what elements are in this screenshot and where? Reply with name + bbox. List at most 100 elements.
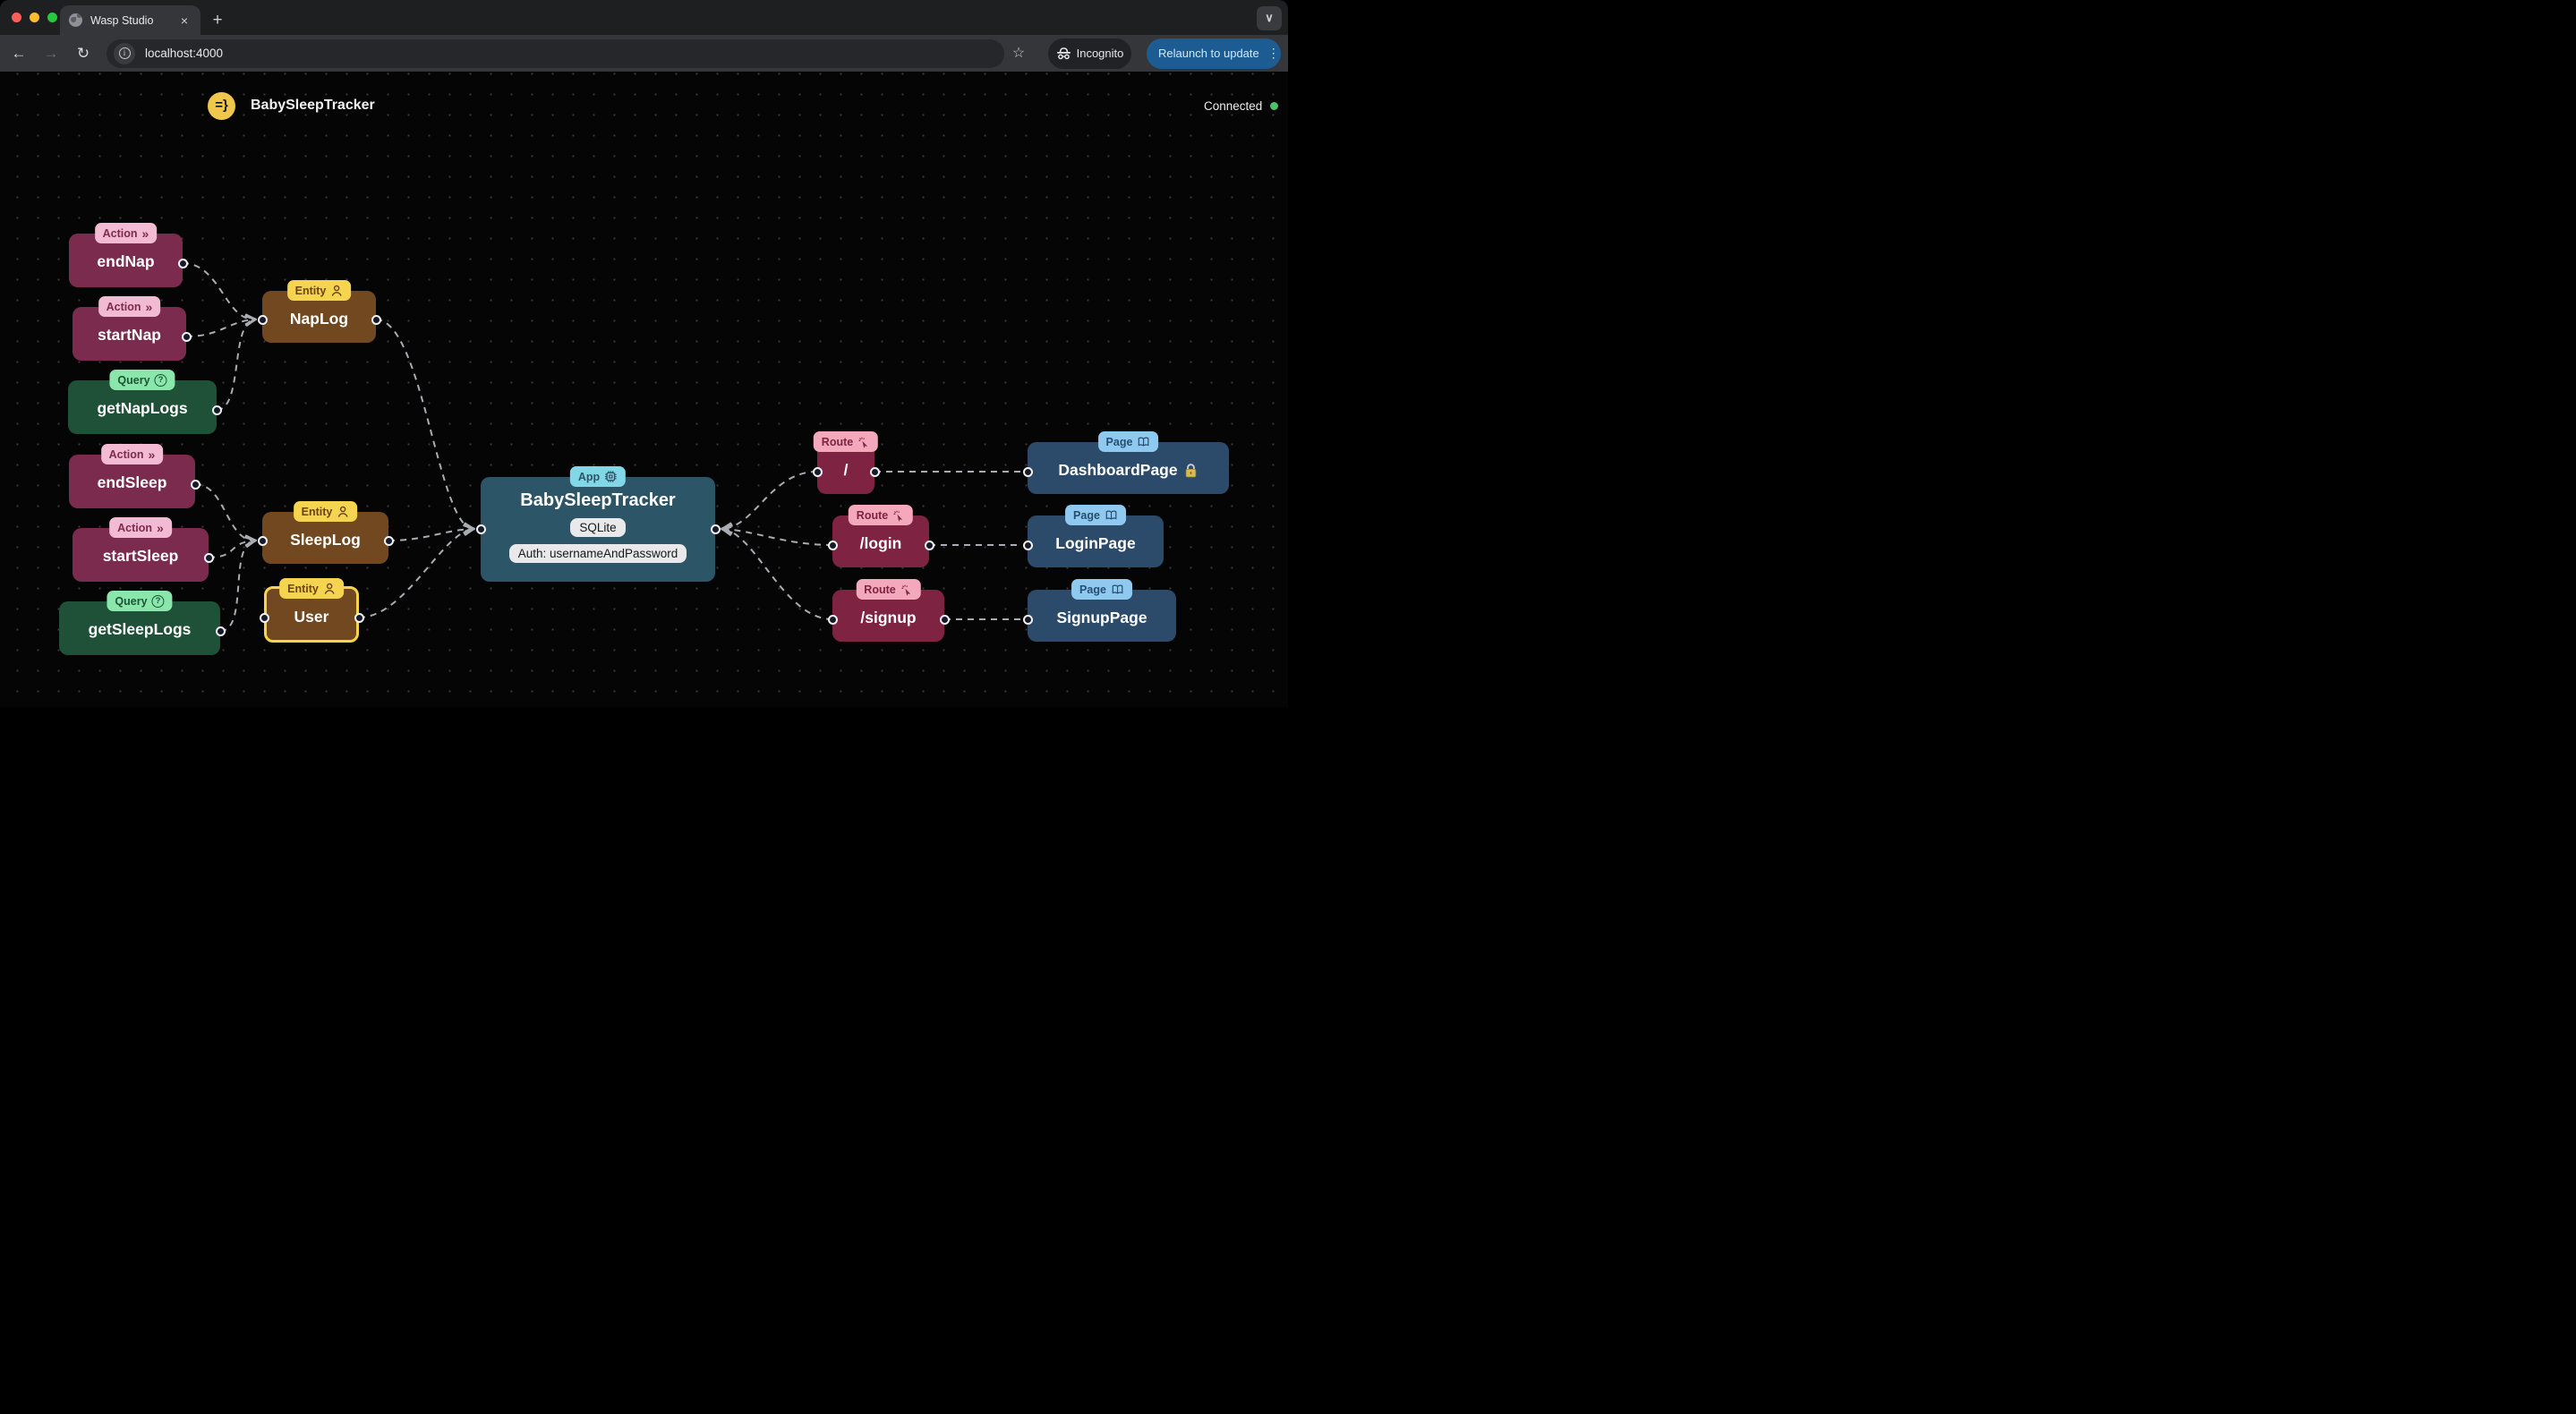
node-user[interactable]: Entity User: [264, 578, 359, 643]
node-label: startSleep: [102, 547, 179, 565]
handle-user-out[interactable]: [354, 612, 364, 623]
forward-button[interactable]: →: [38, 40, 64, 67]
node-label: User: [294, 608, 329, 626]
handle-route-login-in[interactable]: [827, 540, 838, 550]
node-sleeplog[interactable]: Entity SleepLog: [262, 501, 388, 564]
node-startsleep[interactable]: Action» startSleep: [73, 517, 209, 582]
handle-route-signup-out[interactable]: [939, 614, 950, 625]
open-book-icon: [1112, 584, 1123, 594]
node-label: getNapLogs: [97, 399, 188, 417]
incognito-icon: [1056, 47, 1070, 60]
url-text[interactable]: localhost:4000: [145, 47, 223, 60]
action-chevrons-icon: »: [157, 520, 164, 535]
reload-button[interactable]: ↻: [70, 40, 97, 67]
close-window-button[interactable]: [12, 13, 21, 22]
cursor-click-icon: [893, 510, 903, 522]
badge-page: Page: [1071, 579, 1132, 600]
globe-favicon-icon: [69, 13, 82, 27]
node-naplog[interactable]: Entity NapLog: [262, 280, 376, 343]
handle-getsleeplogs-out[interactable]: [215, 626, 226, 636]
bookmark-star-icon[interactable]: ☆: [1010, 44, 1028, 62]
edge-getnaplogs-naplog: [216, 319, 254, 411]
node-route-login[interactable]: Route /login: [832, 505, 929, 567]
handle-signuppage-in[interactable]: [1022, 614, 1033, 625]
db-pill: SQLite: [570, 518, 626, 537]
site-info-button[interactable]: i: [114, 42, 135, 64]
node-label: /login: [859, 534, 902, 552]
browser-tab[interactable]: Wasp Studio ×: [60, 5, 200, 35]
edge-routeroot-app: [723, 471, 818, 529]
node-startnap[interactable]: Action» startNap: [73, 296, 186, 361]
edge-endnap-naplog: [182, 262, 254, 319]
back-button[interactable]: ←: [5, 40, 32, 67]
node-label: SignupPage: [1056, 609, 1147, 626]
relaunch-to-update-button[interactable]: Relaunch to update ⋮: [1147, 38, 1281, 69]
badge-action: Action»: [94, 223, 158, 243]
action-chevrons-icon: »: [145, 299, 153, 314]
incognito-badge: Incognito: [1048, 38, 1131, 69]
handle-naplog-out[interactable]: [371, 314, 381, 325]
node-label: endSleep: [97, 473, 167, 491]
handle-getnaplogs-out[interactable]: [211, 405, 222, 415]
handle-startnap-out[interactable]: [181, 331, 192, 342]
badge-action: Action»: [109, 517, 172, 538]
incognito-label: Incognito: [1076, 47, 1124, 60]
node-route-signup[interactable]: Route /signup: [832, 579, 944, 642]
node-getsleeplogs[interactable]: Query? getSleepLogs: [59, 591, 220, 655]
question-circle-icon: ?: [154, 373, 167, 387]
cursor-click-icon: [858, 437, 868, 448]
handle-user-in[interactable]: [259, 612, 269, 623]
handle-app-out[interactable]: [710, 524, 721, 534]
action-chevrons-icon: »: [148, 447, 156, 462]
edge-naplog-app: [375, 319, 473, 529]
node-app[interactable]: App BabySleepTracker SQLite Auth: userna…: [481, 466, 715, 582]
new-tab-button[interactable]: +: [206, 9, 229, 32]
handle-startsleep-out[interactable]: [203, 552, 214, 563]
auth-pill: Auth: usernameAndPassword: [508, 544, 687, 563]
fullscreen-window-button[interactable]: [47, 13, 57, 22]
badge-route: Route: [856, 579, 921, 600]
handle-sleeplog-out[interactable]: [383, 535, 394, 546]
open-book-icon: [1105, 510, 1117, 520]
action-chevrons-icon: »: [141, 226, 149, 241]
badge-entity: Entity: [286, 280, 352, 301]
node-label: /: [843, 461, 849, 479]
url-bar[interactable]: i localhost:4000: [107, 38, 1004, 68]
question-circle-icon: ?: [151, 594, 165, 608]
node-label: DashboardPage: [1058, 461, 1178, 479]
handle-naplog-in[interactable]: [257, 314, 268, 325]
browser-window: Wasp Studio × + ∨ ← → ↻ i localhost:4000…: [0, 0, 1288, 707]
edge-startnap-naplog: [185, 319, 254, 337]
person-icon: [337, 506, 348, 517]
handle-dashboardpage-in[interactable]: [1022, 466, 1033, 477]
tab-close-icon[interactable]: ×: [177, 13, 192, 29]
tab-search-chevron-icon[interactable]: ∨: [1257, 6, 1282, 30]
diagram-canvas[interactable]: =} BabySleepTracker Connected Action » e…: [0, 72, 1288, 707]
node-label: NapLog: [289, 310, 349, 328]
node-signuppage[interactable]: Page SignupPage: [1028, 579, 1176, 642]
handle-route-root-in[interactable]: [812, 466, 823, 477]
handle-app-in[interactable]: [475, 524, 486, 534]
handle-loginpage-in[interactable]: [1022, 540, 1033, 550]
node-route-root[interactable]: Route /: [813, 431, 879, 494]
handle-route-root-out[interactable]: [869, 466, 880, 477]
tab-title: Wasp Studio: [90, 13, 154, 27]
minimize-window-button[interactable]: [30, 13, 39, 22]
edge-startsleep-sleeplog: [208, 541, 254, 558]
handle-sleeplog-in[interactable]: [257, 535, 268, 546]
badge-route: Route: [848, 505, 914, 525]
handle-route-login-out[interactable]: [924, 540, 934, 550]
handle-route-signup-in[interactable]: [827, 614, 838, 625]
node-label: SleepLog: [290, 531, 361, 549]
edge-routesignup-app: [723, 529, 833, 620]
app-node-title: BabySleepTracker: [520, 490, 676, 510]
badge-action: Action»: [100, 444, 164, 464]
node-endsleep[interactable]: Action» endSleep: [69, 444, 195, 508]
handle-endsleep-out[interactable]: [190, 479, 200, 490]
kebab-menu-icon[interactable]: ⋮: [1267, 46, 1280, 61]
handle-endnap-out[interactable]: [177, 258, 188, 268]
node-getnaplogs[interactable]: Query? getNapLogs: [68, 370, 217, 434]
node-loginpage[interactable]: Page LoginPage: [1028, 505, 1164, 567]
node-dashboardpage[interactable]: Page DashboardPage: [1028, 431, 1229, 494]
node-endnap[interactable]: Action» endNap: [69, 223, 183, 287]
